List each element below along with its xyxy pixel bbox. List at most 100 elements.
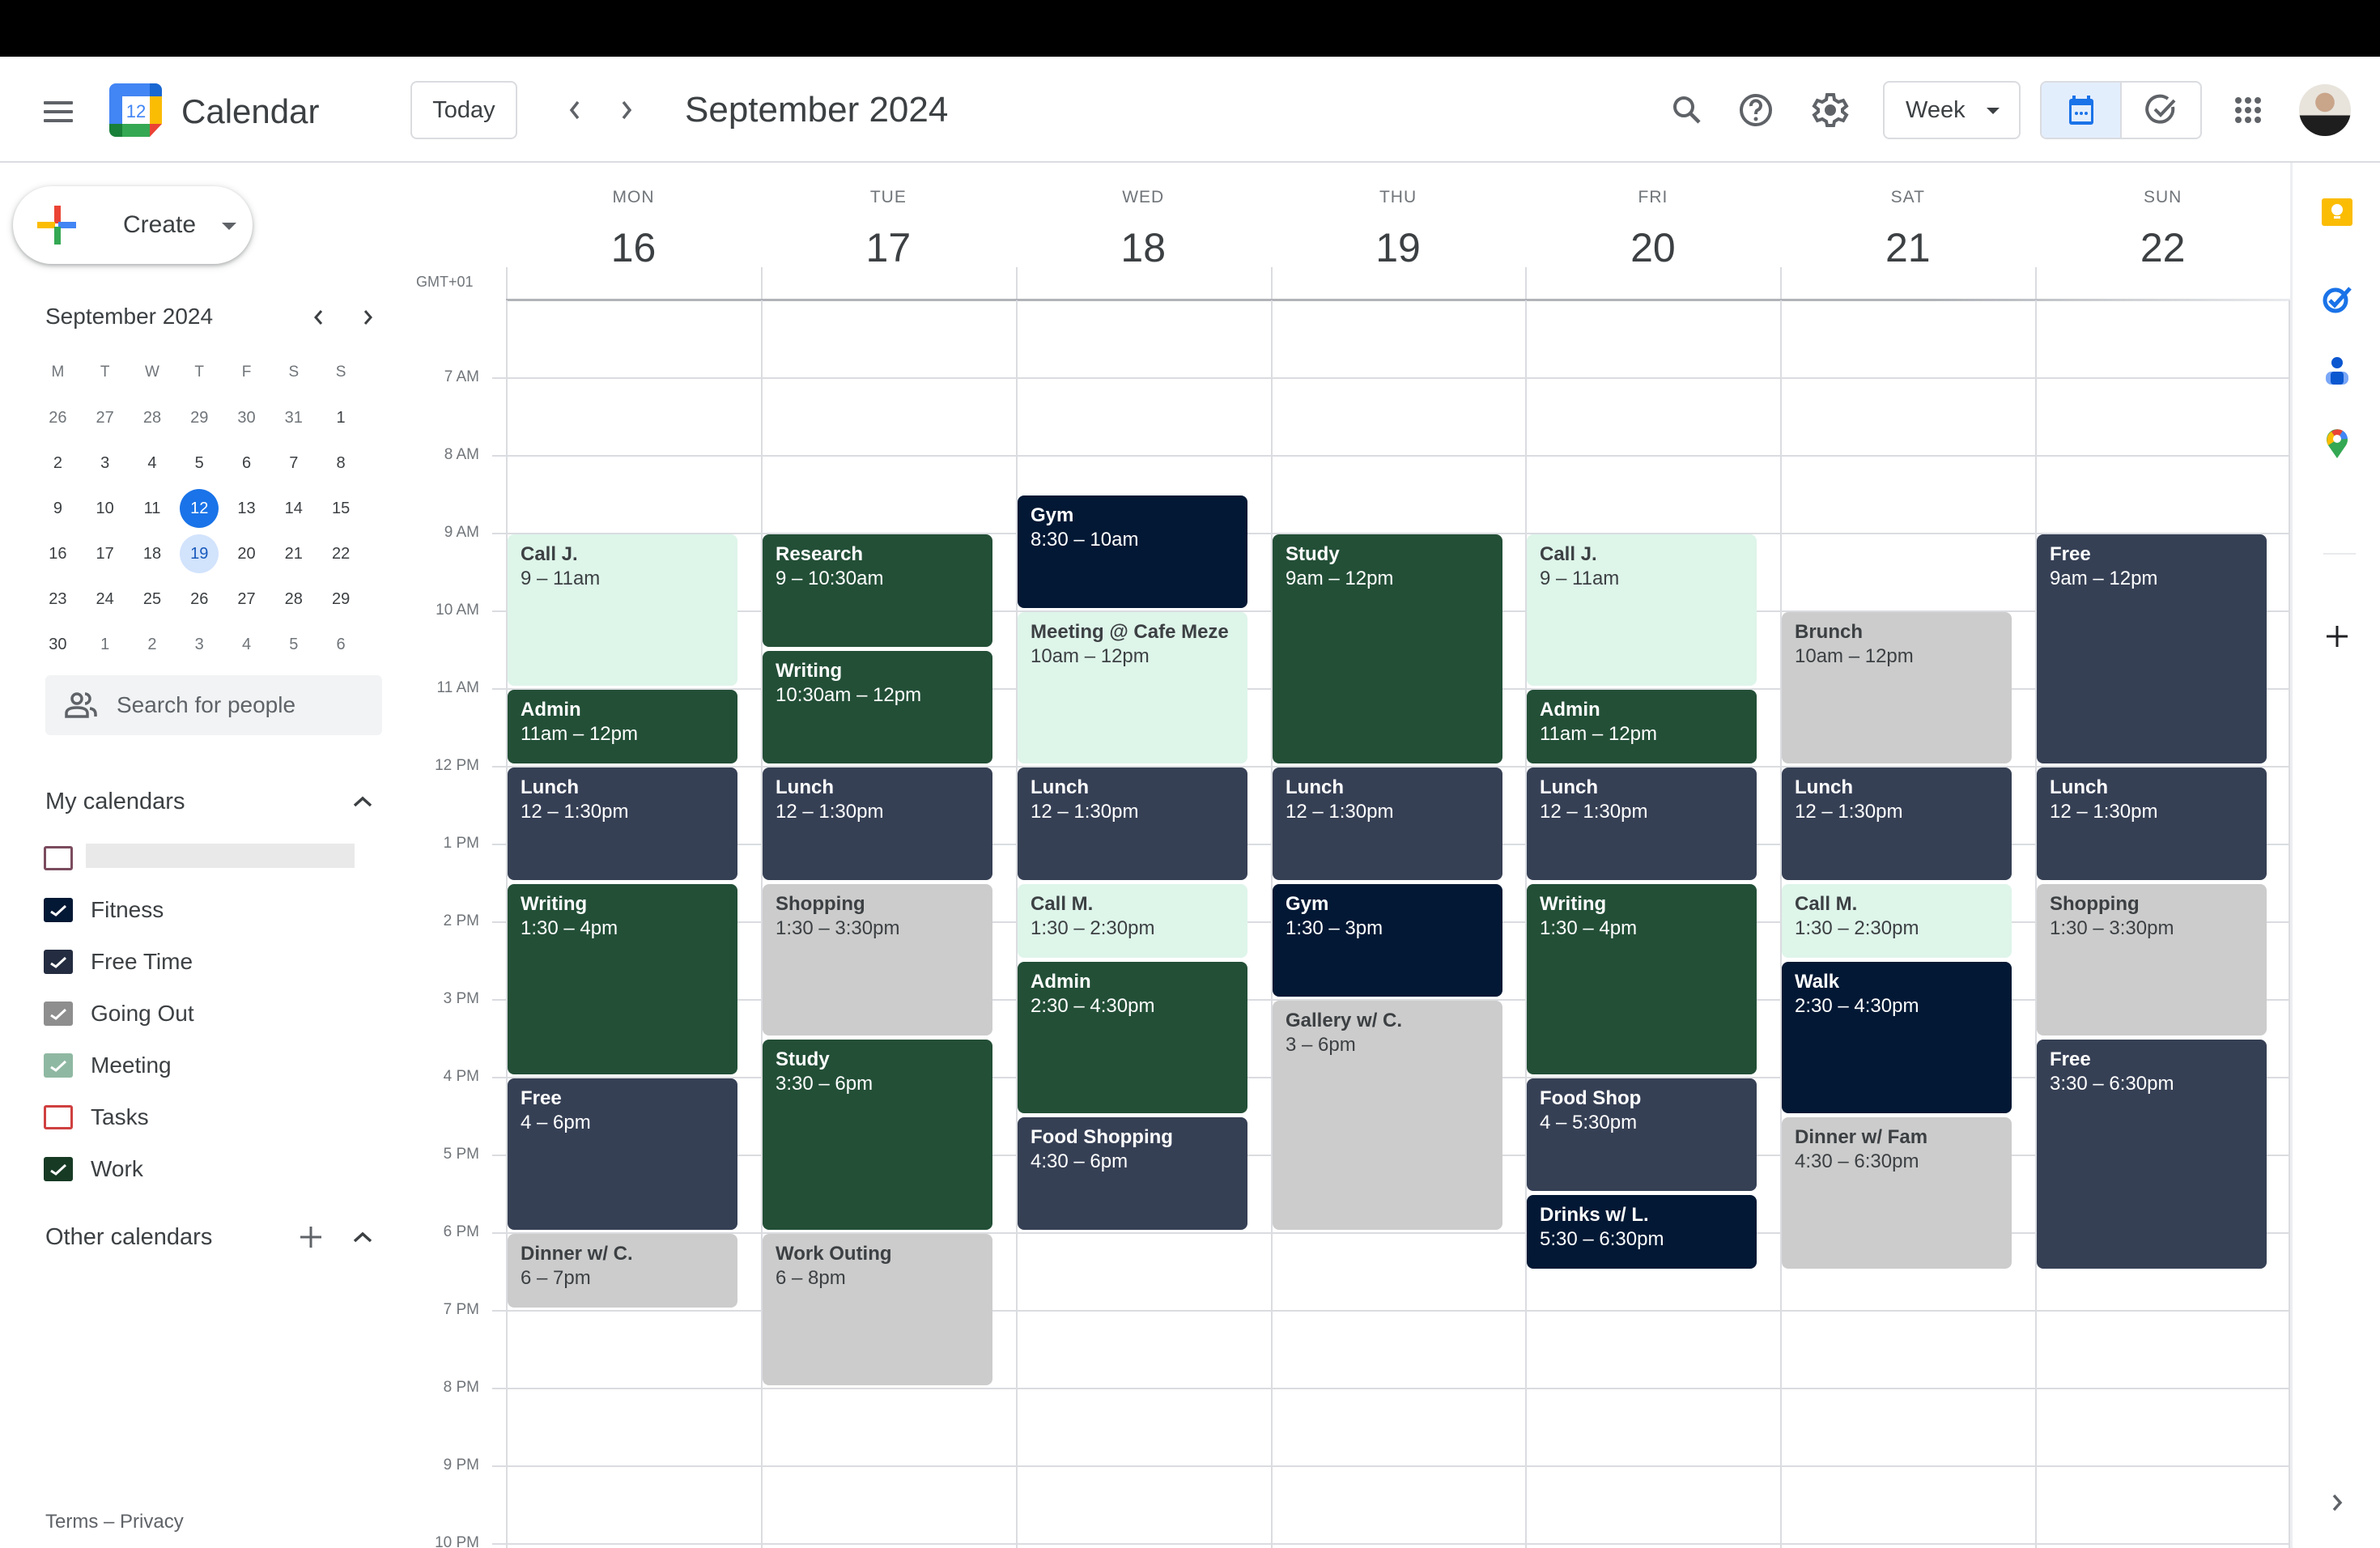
mini-day-today[interactable]: 12	[176, 489, 223, 528]
mini-day[interactable]: 4	[129, 444, 176, 483]
mini-day[interactable]: 29	[317, 580, 365, 619]
day-number[interactable]: 22	[2035, 222, 2290, 274]
event-block[interactable]: Writing 10:30am – 12pm	[763, 651, 992, 763]
event-block[interactable]: Admin 11am – 12pm	[1527, 690, 1757, 763]
tasks-mode-button[interactable]	[2122, 83, 2200, 138]
mini-day[interactable]: 14	[270, 489, 317, 528]
google-apps-button[interactable]	[2222, 84, 2274, 136]
day-header[interactable]: THU 19	[1271, 186, 1526, 274]
mini-day[interactable]: 10	[81, 489, 129, 528]
event-block[interactable]: Food Shopping 4:30 – 6pm	[1018, 1117, 1247, 1230]
create-button[interactable]: Create	[13, 186, 253, 264]
today-button[interactable]: Today	[410, 81, 517, 139]
mini-day[interactable]: 5	[176, 444, 223, 483]
event-block[interactable]: Lunch 12 – 1:30pm	[1273, 768, 1502, 880]
other-calendars-collapse-button[interactable]	[345, 1219, 380, 1255]
calendar-item[interactable]: Going Out	[42, 991, 382, 1036]
contacts-button[interactable]	[2317, 351, 2357, 391]
privacy-link[interactable]: Privacy	[120, 1511, 184, 1533]
checkbox-checked[interactable]	[44, 1002, 73, 1026]
mini-day[interactable]: 1	[317, 398, 365, 437]
day-number[interactable]: 18	[1016, 222, 1271, 274]
event-block[interactable]: Work Outing 6 – 8pm	[763, 1234, 992, 1385]
calendar-item[interactable]	[42, 836, 382, 881]
mini-day[interactable]: 31	[270, 398, 317, 437]
mini-calendar-prev-button[interactable]	[303, 301, 335, 334]
day-number[interactable]: 20	[1525, 222, 1780, 274]
hide-side-panel-button[interactable]	[2317, 1482, 2357, 1523]
main-menu-button[interactable]	[36, 89, 81, 134]
mini-day[interactable]: 13	[223, 489, 270, 528]
event-block[interactable]: Dinner w/ Fam 4:30 – 6:30pm	[1782, 1117, 2012, 1269]
other-calendars-heading[interactable]: Other calendars	[45, 1223, 212, 1252]
mini-day[interactable]: 3	[176, 625, 223, 664]
calendar-mode-button[interactable]	[2042, 83, 2122, 138]
event-block[interactable]: Gym 8:30 – 10am	[1018, 495, 1247, 608]
event-block[interactable]: Lunch 12 – 1:30pm	[1782, 768, 2012, 880]
checkbox-checked[interactable]	[44, 1157, 73, 1181]
event-block[interactable]: Brunch 10am – 12pm	[1782, 612, 2012, 763]
event-block[interactable]: Gallery w/ C. 3 – 6pm	[1273, 1001, 1502, 1230]
day-header[interactable]: SUN 22	[2035, 186, 2290, 274]
mini-day[interactable]: 8	[317, 444, 365, 483]
event-block[interactable]: Writing 1:30 – 4pm	[1527, 884, 1757, 1074]
my-calendars-heading[interactable]: My calendars	[45, 787, 185, 816]
day-number[interactable]: 16	[506, 222, 761, 274]
mini-day[interactable]: 18	[129, 534, 176, 573]
people-search-input[interactable]	[117, 688, 368, 722]
mini-day[interactable]: 9	[34, 489, 82, 528]
keep-button[interactable]	[2317, 192, 2357, 232]
search-button[interactable]	[1661, 84, 1713, 136]
mini-day[interactable]: 2	[34, 444, 82, 483]
mini-day[interactable]: 28	[270, 580, 317, 619]
mini-day[interactable]: 1	[81, 625, 129, 664]
calendar-item[interactable]: Work	[42, 1146, 382, 1192]
day-header[interactable]: WED 18	[1016, 186, 1271, 274]
mini-day[interactable]: 27	[223, 580, 270, 619]
event-block[interactable]: Lunch 12 – 1:30pm	[1018, 768, 1247, 880]
mini-day[interactable]: 4	[223, 625, 270, 664]
calendar-logo-icon[interactable]: 12	[109, 83, 162, 137]
mini-day[interactable]: 5	[270, 625, 317, 664]
mini-day[interactable]: 30	[223, 398, 270, 437]
mini-day[interactable]: 11	[129, 489, 176, 528]
mini-day[interactable]: 25	[129, 580, 176, 619]
day-header[interactable]: TUE 17	[761, 186, 1016, 274]
mini-day[interactable]: 22	[317, 534, 365, 573]
avatar[interactable]	[2299, 84, 2351, 136]
event-block[interactable]: Lunch 12 – 1:30pm	[508, 768, 737, 880]
people-search[interactable]	[45, 675, 382, 735]
week-grid[interactable]: Call J. 9 – 11am Admin 11am – 12pm Lunch 12 –…	[506, 300, 2290, 1548]
event-block[interactable]: Free 4 – 6pm	[508, 1078, 737, 1230]
mini-day[interactable]: 2	[129, 625, 176, 664]
event-block[interactable]: Admin 11am – 12pm	[508, 690, 737, 763]
day-header[interactable]: MON 16	[506, 186, 761, 274]
next-week-button[interactable]	[607, 91, 646, 130]
event-block[interactable]: Call J. 9 – 11am	[508, 534, 737, 686]
event-block[interactable]: Free 9am – 12pm	[2037, 534, 2267, 763]
mini-day[interactable]: 29	[176, 398, 223, 437]
event-block[interactable]: Call M. 1:30 – 2:30pm	[1782, 884, 2012, 958]
event-block[interactable]: Writing 1:30 – 4pm	[508, 884, 737, 1074]
event-block[interactable]: Study 9am – 12pm	[1273, 534, 1502, 763]
calendar-item[interactable]: Meeting	[42, 1043, 382, 1088]
mini-day[interactable]: 16	[34, 534, 82, 573]
mini-day[interactable]: 23	[34, 580, 82, 619]
calendar-item[interactable]: Fitness	[42, 887, 382, 933]
help-button[interactable]	[1730, 84, 1782, 136]
maps-button[interactable]	[2317, 423, 2357, 464]
checkbox-checked[interactable]	[44, 898, 73, 922]
mini-day[interactable]: 15	[317, 489, 365, 528]
mini-day[interactable]: 24	[81, 580, 129, 619]
day-number[interactable]: 19	[1271, 222, 1526, 274]
event-block[interactable]: Lunch 12 – 1:30pm	[763, 768, 992, 880]
event-block[interactable]: Study 3:30 – 6pm	[763, 1040, 992, 1230]
day-number[interactable]: 17	[761, 222, 1016, 274]
event-block[interactable]: Call J. 9 – 11am	[1527, 534, 1757, 686]
calendar-item[interactable]: Free Time	[42, 939, 382, 985]
mini-day[interactable]: 6	[223, 444, 270, 483]
mini-day[interactable]: 30	[34, 625, 82, 664]
event-block[interactable]: Free 3:30 – 6:30pm	[2037, 1040, 2267, 1269]
event-block[interactable]: Lunch 12 – 1:30pm	[1527, 768, 1757, 880]
checkbox-checked[interactable]	[44, 950, 73, 974]
